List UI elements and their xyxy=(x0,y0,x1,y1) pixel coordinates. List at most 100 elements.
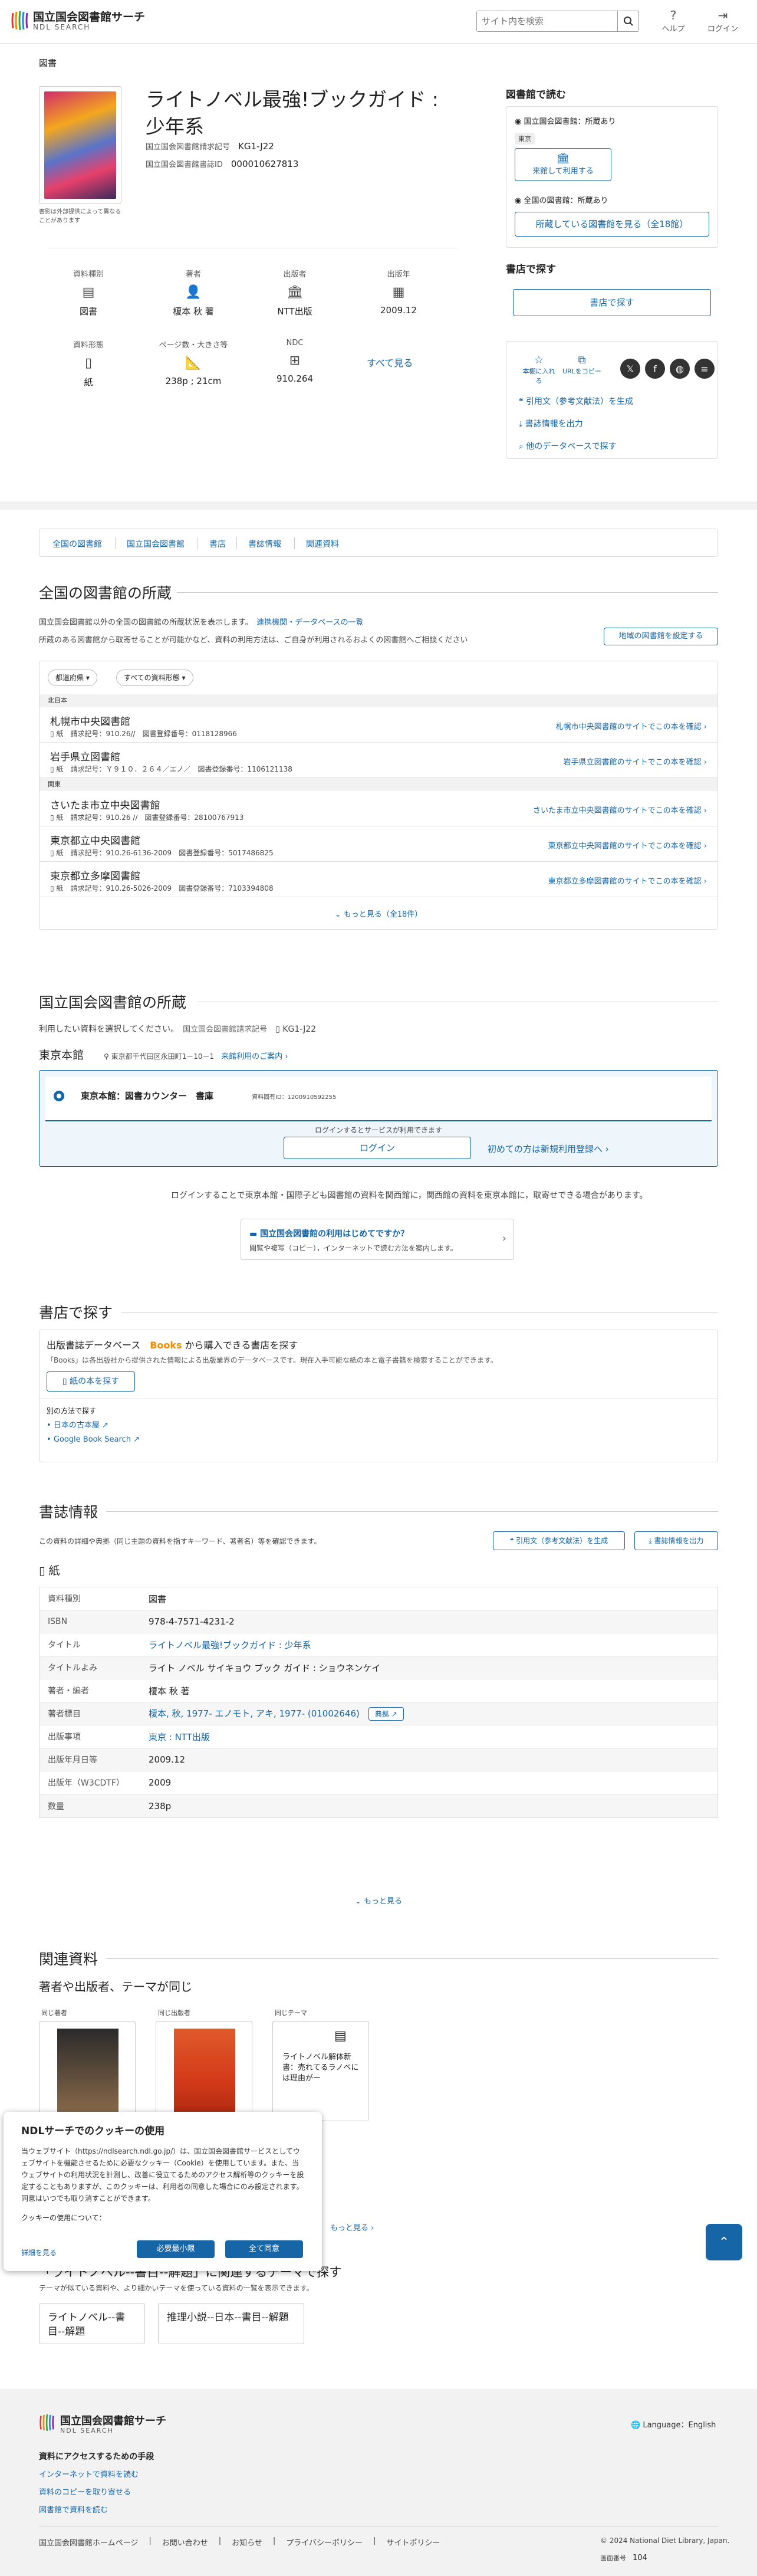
store-heading: 書店で探す xyxy=(506,264,556,275)
theme-button[interactable]: ライトノベル--書目--解題 xyxy=(39,2303,145,2344)
x-share-icon[interactable]: 𝕏 xyxy=(620,359,640,379)
export-link[interactable]: ⤓ 書誌情報を出力 xyxy=(519,418,583,429)
login-header-button[interactable]: ⇥ ログイン xyxy=(705,8,740,34)
prefecture-filter[interactable]: 都道府県 ▾ xyxy=(48,670,97,686)
help-button[interactable]: ? ヘルプ xyxy=(656,8,691,34)
related-sub: 著者や出版者、テーマが同じ xyxy=(39,1980,192,1994)
biblio-more-button[interactable]: ⌄ もっと見る xyxy=(0,1895,757,1906)
search-button[interactable] xyxy=(617,11,638,31)
form-filter[interactable]: すべての資料形態 ▾ xyxy=(116,670,193,686)
cite-button[interactable]: ❝ 引用文（参考文献法）を生成 xyxy=(493,1531,625,1550)
facet-size: ページ数・大きさ等 📐 238p ; 21cm xyxy=(156,339,231,386)
anchor-ndl[interactable]: 国立国会図書館 xyxy=(127,538,185,550)
cite-link[interactable]: ❝ 引用文（参考文献法）を生成 xyxy=(519,395,633,407)
anchor-related[interactable]: 関連資料 xyxy=(306,538,339,550)
theme-button[interactable]: 推理小説--日本--書目--解題 xyxy=(158,2303,304,2344)
partner-list-link[interactable]: 連携機関・データベースの一覧 xyxy=(256,618,363,627)
link-kosho[interactable]: • 日本の古本屋 ↗ xyxy=(47,1419,108,1430)
title-link[interactable]: ライトノベル最強!ブックガイド : 少年系 xyxy=(149,1639,717,1651)
book-icon: ▤ xyxy=(82,285,95,300)
related-more-link[interactable]: もっと見る › xyxy=(330,2221,374,2233)
more-libraries-button[interactable]: ⌄ もっと見る（全18件） xyxy=(40,908,717,919)
related-cover xyxy=(174,2029,235,2115)
ndl-logo-icon[interactable] xyxy=(11,9,29,32)
back-to-top-button[interactable]: ⌃ xyxy=(706,2224,742,2260)
building-icon: 🏛 xyxy=(556,152,570,165)
related-card[interactable]: ▤ ライトノベル解体新書：売れてるラノベには理由がー xyxy=(272,2021,369,2121)
store-section-heading: 書店で探す xyxy=(39,1304,113,1321)
first-time-guide[interactable]: ▬ 国立国会図書館の利用はじめてですか？ 閲覧や複写（コピー），インターネットで… xyxy=(241,1219,514,1260)
language-switch[interactable]: 🌐 Language：English xyxy=(631,2419,716,2430)
site-title[interactable]: 国立国会図書館サーチ xyxy=(33,8,145,24)
library-row: 札幌市中央図書館 ▯ 紙 請求記号：910.26// 図書登録番号：011812… xyxy=(40,707,717,743)
library-link[interactable]: 東京都立中央図書館のサイトでこの本を確認 › xyxy=(548,839,707,851)
library-link[interactable]: 岩手県立図書館のサイトでこの本を確認 › xyxy=(564,756,707,767)
related-card[interactable] xyxy=(39,2021,136,2121)
first-time-desc: 閲覧や複写（コピー），インターネットで読む方法を案内します。 xyxy=(249,1244,458,1252)
anchor-store[interactable]: 書店 xyxy=(209,538,226,550)
facet-year: 出版年 ▦ 2009.12 xyxy=(369,268,428,316)
bookmark-button[interactable]: ☆ 本棚に入れる xyxy=(521,354,557,385)
footer-link[interactable]: 図書館で資料を読む xyxy=(39,2503,108,2515)
related-card[interactable] xyxy=(156,2021,252,2121)
paper-book-button[interactable]: ▯ 紙の本を探す xyxy=(47,1371,135,1392)
related-cover xyxy=(57,2029,119,2115)
footer-nav-link[interactable]: お知らせ xyxy=(232,2536,262,2548)
see-holding-libraries-button[interactable]: 所蔵している図書館を見る（全18館） xyxy=(515,212,709,237)
footer-link[interactable]: 資料のコピーを取り寄せる xyxy=(39,2486,131,2497)
cookie-accept-all-button[interactable]: 全て同意 xyxy=(225,2240,303,2258)
biblio-form: ▯ 紙 xyxy=(39,1564,60,1577)
register-link[interactable]: 初めての方は新規利用登録へ › xyxy=(488,1143,609,1155)
footer-nav-link[interactable]: サイトポリシー xyxy=(386,2536,440,2548)
visit-use-button[interactable]: 🏛 来館して利用する xyxy=(515,148,611,181)
visit-guide-link[interactable]: 来館利用のご案内 › xyxy=(221,1052,288,1061)
library-link[interactable]: さいたま市立中央図書館のサイトでこの本を確認 › xyxy=(533,804,707,815)
line-share-icon[interactable]: ◍ xyxy=(670,359,690,379)
cookie-detail-link[interactable]: 詳細を見る xyxy=(21,2247,57,2257)
anchor-national[interactable]: 全国の図書館 xyxy=(52,538,102,550)
see-all-link[interactable]: すべて見る xyxy=(367,355,413,369)
library-list: 都道府県 ▾ すべての資料形態 ▾ 北日本 札幌市中央図書館 ▯ 紙 請求記号：… xyxy=(39,661,718,930)
author-heading-link[interactable]: 榎本, 秋, 1977- エノモト, アキ, 1977- (01002646) xyxy=(149,1708,360,1719)
facet-publisher: 出版者 🏛 NTT出版 xyxy=(265,268,324,317)
footer-access-heading: 資料にアクセスするための手段 xyxy=(39,2452,154,2462)
table-row: タイトル ライトノベル最強!ブックガイド : 少年系 xyxy=(40,1633,717,1656)
export-button[interactable]: ⤓ 書誌情報を出力 xyxy=(634,1531,718,1550)
login-note: ログインするとサービスが利用できます xyxy=(314,1126,442,1134)
footer-nav-link[interactable]: お問い合わせ xyxy=(162,2536,208,2548)
calendar-icon: ▦ xyxy=(392,285,405,300)
footer-nav: 国立国会図書館ホームページ | お問い合わせ | お知らせ | プライバシーポリシー |… xyxy=(39,2536,440,2548)
search-input[interactable] xyxy=(477,11,616,31)
find-in-store-button[interactable]: 書店で探す xyxy=(513,289,711,316)
copy-icon: ⧉ xyxy=(578,354,586,366)
footer-nav-link[interactable]: プライバシーポリシー xyxy=(286,2536,363,2548)
other-db-link[interactable]: ⌕ 他のデータベースで探す xyxy=(519,440,617,452)
national-holding-status: ◉ 全国の図書館：所蔵あり xyxy=(515,196,608,205)
anchor-biblio[interactable]: 書誌情報 xyxy=(248,538,281,550)
ndl-item-option[interactable]: 東京本館：図書カウンター 書庫 資料固有ID：1200910592255 xyxy=(45,1077,712,1121)
login-button[interactable]: ログイン xyxy=(284,1137,471,1159)
ndl-logo-icon[interactable] xyxy=(39,2413,55,2433)
library-link[interactable]: 東京都立多摩図書館のサイトでこの本を確認 › xyxy=(548,875,707,886)
publisher-link[interactable]: 東京 : NTT出版 xyxy=(149,1731,717,1743)
library-link[interactable]: 札幌市中央図書館のサイトでこの本を確認 › xyxy=(556,720,707,731)
table-row: 資料種別 図書 xyxy=(40,1587,717,1610)
footer-link[interactable]: インターネットで資料を読む xyxy=(39,2468,139,2479)
item-id: 資料固有ID：1200910592255 xyxy=(252,1094,337,1101)
facet-author: 著者 👤 榎本 秋 著 xyxy=(164,268,223,317)
call-number-row: 国立国会図書館請求記号 KG1-J22 xyxy=(146,141,274,152)
table-row: タイトルよみ ライト ノベル サイキョウ ブック ガイド : ショウネンケイ xyxy=(40,1656,717,1679)
set-region-button[interactable]: 地域の図書館を設定する xyxy=(604,628,718,645)
facebook-share-icon[interactable]: f xyxy=(645,359,665,379)
copy-url-button[interactable]: ⧉ URLをコピー xyxy=(561,354,603,376)
read-heading: 図書館で読む xyxy=(506,89,566,101)
national-desc: 国立国会図書館以外の全国の図書館の所蔵状況を表示します。 連携機関・データベース… xyxy=(39,618,364,627)
footer-nav-link[interactable]: 国立国会図書館ホームページ xyxy=(39,2536,138,2548)
book-cover[interactable] xyxy=(39,86,121,204)
authority-button[interactable]: 典拠 ↗ xyxy=(368,1707,404,1721)
table-row: 出版年月日等 2009.12 xyxy=(40,1748,717,1771)
hatena-share-icon[interactable]: ≡ xyxy=(695,359,715,379)
link-google-books[interactable]: • Google Book Search ↗ xyxy=(47,1435,140,1444)
breadcrumb[interactable]: 図書 xyxy=(39,57,57,69)
cookie-necessary-button[interactable]: 必要最小限 xyxy=(137,2240,215,2258)
